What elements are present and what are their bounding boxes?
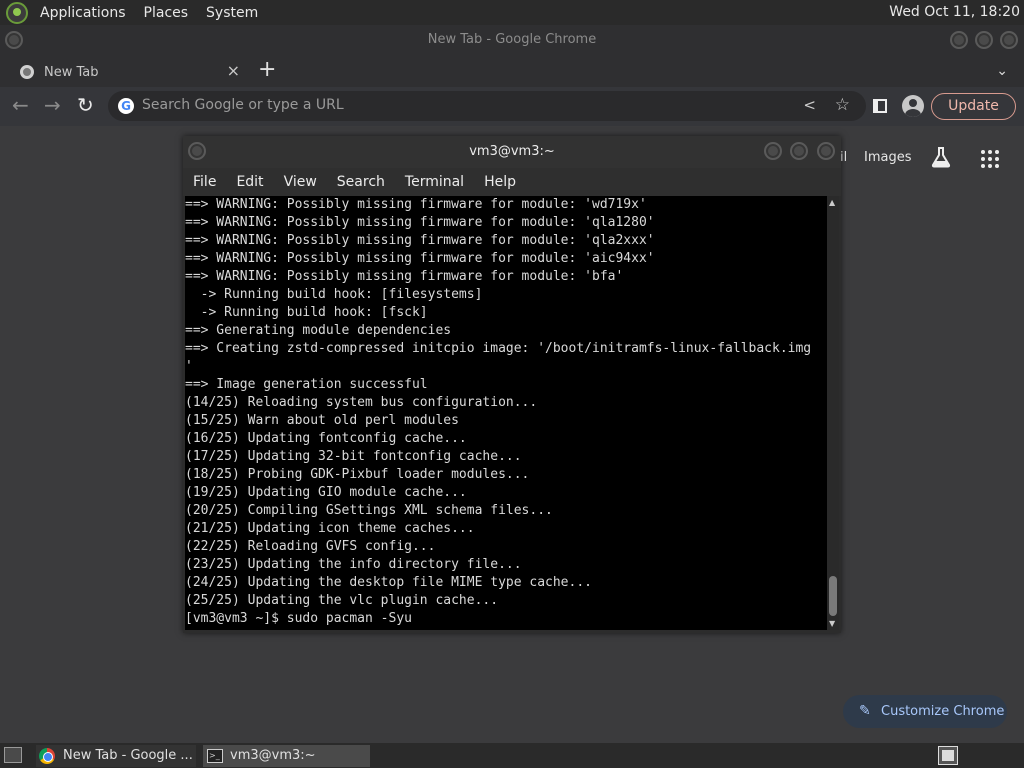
terminal-line: ==> Generating module dependencies	[185, 323, 452, 338]
tab-new-tab[interactable]: New Tab ×	[8, 57, 248, 87]
tab-search-chevron-icon[interactable]: ⌄	[996, 63, 1008, 79]
back-arrow-icon[interactable]: ←	[12, 95, 29, 115]
chrome-icon	[39, 748, 55, 764]
terminal-line: ==> WARNING: Possibly missing firmware f…	[185, 269, 624, 284]
omnibox-placeholder: Search Google or type a URL	[142, 97, 344, 113]
terminal-line: (19/25) Updating GIO module cache...	[185, 485, 467, 500]
gmail-link[interactable]: il	[840, 150, 847, 165]
side-panel-icon[interactable]	[873, 99, 887, 113]
terminal-title: vm3@vm3:~	[469, 144, 555, 159]
terminal-line: -> Running build hook: [filesystems]	[185, 287, 483, 302]
terminal-line: ==> WARNING: Possibly missing firmware f…	[185, 251, 655, 266]
terminal-menu-search[interactable]: Search	[327, 174, 395, 190]
terminal-line: -> Running build hook: [fsck]	[185, 305, 428, 320]
terminal-close-button[interactable]	[817, 142, 835, 160]
terminal-menubar: File Edit View Search Terminal Help	[183, 168, 841, 196]
share-icon[interactable]: <	[803, 96, 816, 114]
taskbar-chrome-window[interactable]: New Tab - Google ...	[36, 745, 196, 767]
terminal-line: (15/25) Warn about old perl modules	[185, 413, 459, 428]
terminal-line: ==> WARNING: Possibly missing firmware f…	[185, 215, 655, 230]
terminal-output[interactable]: ==> WARNING: Possibly missing firmware f…	[185, 196, 827, 630]
terminal-line: (21/25) Updating icon theme caches...	[185, 521, 475, 536]
menu-system[interactable]: System	[200, 5, 264, 21]
chrome-titlebar[interactable]: New Tab - Google Chrome	[0, 25, 1024, 55]
menu-places[interactable]: Places	[138, 5, 195, 21]
terminal-line: (16/25) Updating fontconfig cache...	[185, 431, 467, 446]
top-panel: Applications Places System Wed Oct 11, 1…	[0, 0, 1024, 25]
terminal-line: ==> Creating zstd-compressed initcpio im…	[185, 341, 812, 356]
terminal-line: (20/25) Compiling GSettings XML schema f…	[185, 503, 553, 518]
tab-title: New Tab	[44, 64, 99, 80]
terminal-line: ==> Image generation successful	[185, 377, 428, 392]
forward-arrow-icon[interactable]: →	[44, 95, 61, 115]
terminal-scrollbar[interactable]: ▲ ▼	[827, 196, 839, 630]
mate-logo-icon[interactable]	[6, 1, 28, 24]
terminal-line: (23/25) Updating the info directory file…	[185, 557, 522, 572]
show-desktop-icon[interactable]	[4, 747, 22, 763]
new-tab-button[interactable]: +	[258, 59, 276, 81]
terminal-menu-file[interactable]: File	[183, 174, 226, 190]
terminal-maximize-button[interactable]	[790, 142, 808, 160]
scroll-down-arrow-icon[interactable]: ▼	[829, 619, 835, 628]
tab-strip: New Tab × + ⌄	[0, 55, 1024, 87]
terminal-line: '	[185, 359, 193, 374]
terminal-line: ==> WARNING: Possibly missing firmware f…	[185, 197, 647, 212]
terminal-line: ==> WARNING: Possibly missing firmware f…	[185, 233, 655, 248]
terminal-minimize-button[interactable]	[764, 142, 782, 160]
taskbar-terminal-label: vm3@vm3:~	[230, 748, 316, 763]
terminal-line: (18/25) Probing GDK-Pixbuf loader module…	[185, 467, 530, 482]
taskbar-terminal-window[interactable]: >_ vm3@vm3:~	[203, 745, 370, 767]
minimize-button[interactable]	[950, 31, 968, 49]
maximize-button[interactable]	[975, 31, 993, 49]
close-window-button[interactable]	[1000, 31, 1018, 49]
update-button[interactable]: Update	[931, 93, 1016, 120]
terminal-menu-edit[interactable]: Edit	[226, 174, 273, 190]
menu-applications[interactable]: Applications	[34, 5, 132, 21]
terminal-menu-view[interactable]: View	[274, 174, 327, 190]
workspace-switcher[interactable]	[938, 746, 958, 765]
images-link[interactable]: Images	[864, 150, 912, 165]
clock[interactable]: Wed Oct 11, 18:20	[889, 4, 1020, 20]
omnibox[interactable]: G Search Google or type a URL < ☆	[108, 91, 866, 121]
terminal-line: (22/25) Reloading GVFS config...	[185, 539, 436, 554]
terminal-menu-terminal[interactable]: Terminal	[395, 174, 474, 190]
taskbar-chrome-label: New Tab - Google ...	[63, 748, 193, 763]
reload-icon[interactable]: ↻	[77, 95, 94, 115]
chrome-favicon-icon	[20, 65, 34, 79]
terminal-titlebar[interactable]: vm3@vm3:~	[183, 136, 841, 168]
terminal-prompt-line[interactable]: [vm3@vm3 ~]$ sudo pacman -Syu	[185, 610, 827, 628]
profile-avatar-icon[interactable]	[902, 95, 924, 117]
google-g-icon: G	[118, 98, 134, 114]
terminal-line: (17/25) Updating 32-bit fontconfig cache…	[185, 449, 522, 464]
customize-chrome-button[interactable]: ✎ Customize Chrome	[843, 695, 1007, 728]
chrome-toolbar: ← → ↻ G Search Google or type a URL < ☆ …	[0, 87, 1024, 126]
labs-flask-icon[interactable]	[930, 146, 952, 168]
pencil-icon: ✎	[859, 703, 871, 719]
terminal-icon: >_	[207, 749, 223, 763]
google-apps-icon[interactable]	[981, 150, 999, 168]
terminal-line: (24/25) Updating the desktop file MIME t…	[185, 575, 592, 590]
bottom-panel: New Tab - Google ... >_ vm3@vm3:~	[0, 743, 1024, 768]
scrollbar-thumb[interactable]	[829, 576, 837, 616]
scroll-up-arrow-icon[interactable]: ▲	[829, 198, 835, 207]
bookmark-star-icon[interactable]: ☆	[835, 95, 850, 115]
terminal-menu-help[interactable]: Help	[474, 174, 526, 190]
close-tab-icon[interactable]: ×	[227, 61, 240, 80]
terminal-line: (14/25) Reloading system bus configurati…	[185, 395, 538, 410]
customize-label: Customize Chrome	[881, 704, 1005, 719]
terminal-window[interactable]: vm3@vm3:~ File Edit View Search Terminal…	[183, 136, 841, 633]
chrome-window-title: New Tab - Google Chrome	[427, 32, 597, 47]
terminal-line: (25/25) Updating the vlc plugin cache...	[185, 593, 499, 608]
